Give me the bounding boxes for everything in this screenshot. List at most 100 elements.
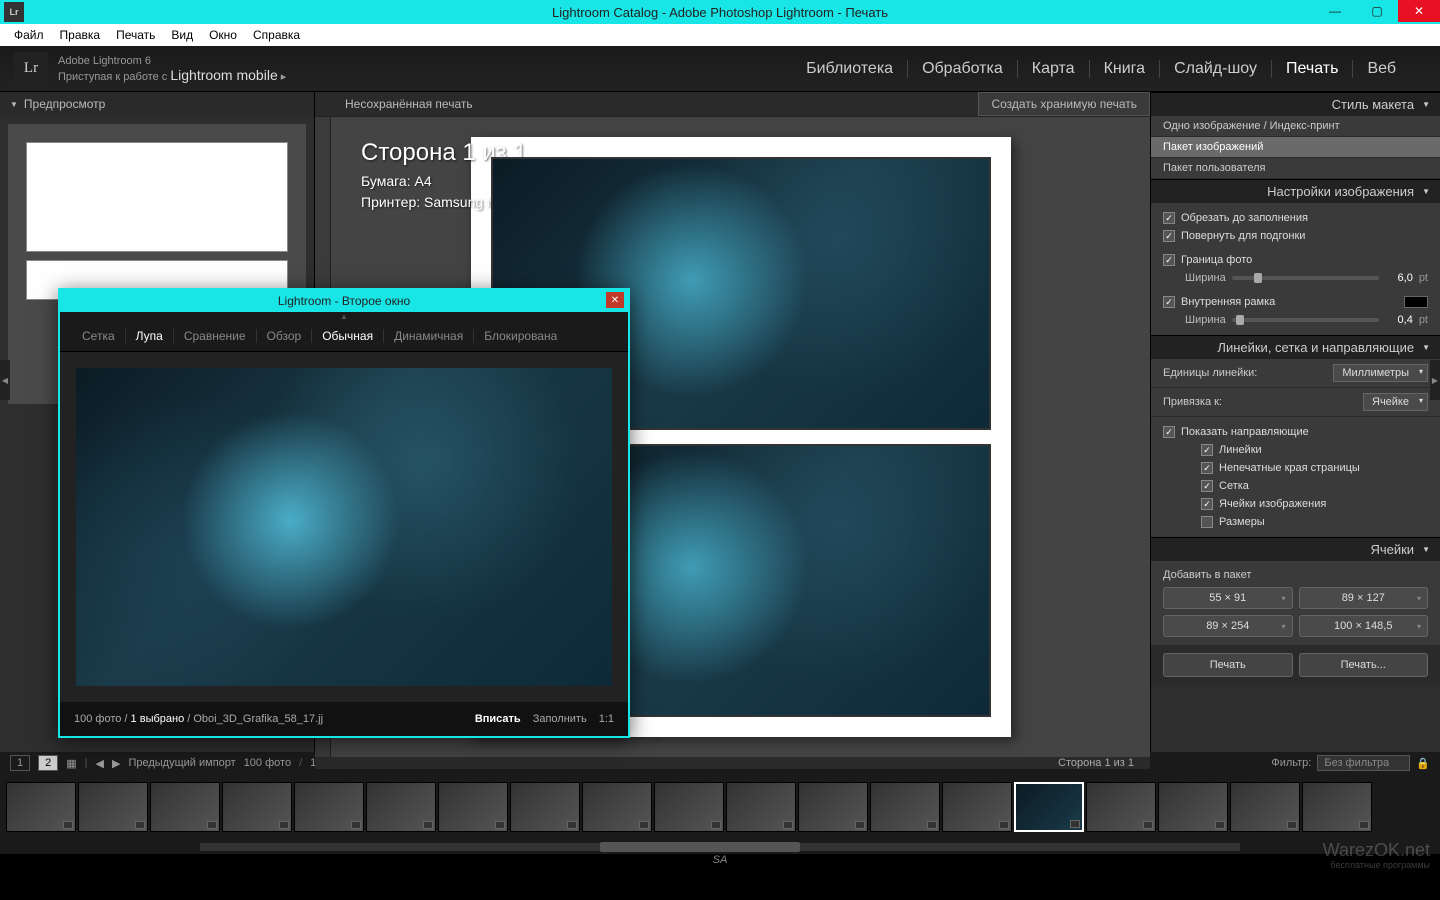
tab-live[interactable]: Динамичная xyxy=(384,329,474,343)
preview-label: Предпросмотр xyxy=(24,97,105,111)
layout-option-custom[interactable]: Пакет пользователя xyxy=(1151,158,1440,179)
second-window-titlebar[interactable]: Lightroom - Второе окно ✕ xyxy=(60,290,628,312)
snap-to-dropdown[interactable]: Ячейке xyxy=(1363,393,1428,411)
crop-to-fill-checkbox[interactable]: Обрезать до заполнения xyxy=(1163,209,1428,227)
print-dialog-button[interactable]: Печать... xyxy=(1299,653,1429,677)
nav-prev-icon[interactable]: ◀ xyxy=(96,757,104,770)
create-saved-print-button[interactable]: Создать хранимую печать xyxy=(978,92,1150,116)
thumbnail[interactable] xyxy=(294,782,364,832)
thumbnail[interactable] xyxy=(1158,782,1228,832)
thumbnail[interactable] xyxy=(798,782,868,832)
center-topbar: Несохранённая печать Создать хранимую пе… xyxy=(315,92,1150,116)
zoom-1to1-button[interactable]: 1:1 xyxy=(599,713,614,725)
preview-panel-header[interactable]: ▼Предпросмотр xyxy=(0,92,314,116)
thumbnail[interactable] xyxy=(1230,782,1300,832)
zoom-fit-button[interactable]: Вписать xyxy=(475,713,521,725)
thumbnail[interactable] xyxy=(366,782,436,832)
rotate-to-fit-checkbox[interactable]: Повернуть для подгонки xyxy=(1163,227,1428,245)
menu-help[interactable]: Справка xyxy=(245,25,308,45)
close-button[interactable]: ✕ xyxy=(1398,0,1440,22)
cell-size-89x127[interactable]: 89 × 127 xyxy=(1299,587,1429,609)
identity-line2[interactable]: Приступая к работе с Lightroom mobile ▸ xyxy=(58,67,286,83)
menu-view[interactable]: Вид xyxy=(163,25,201,45)
module-web[interactable]: Веб xyxy=(1352,60,1410,78)
module-library[interactable]: Библиотека xyxy=(792,60,907,78)
module-picker: Библиотека Обработка Карта Книга Слайд-ш… xyxy=(792,60,1440,78)
collapse-icon[interactable]: ▲ xyxy=(60,312,628,320)
guides-rulers-checkbox[interactable]: Линейки xyxy=(1163,441,1428,459)
tab-compare[interactable]: Сравнение xyxy=(174,329,257,343)
layout-option-single[interactable]: Одно изображение / Индекс-принт xyxy=(1151,116,1440,137)
nav-next-icon[interactable]: ▶ xyxy=(112,757,120,770)
thumbnail[interactable] xyxy=(222,782,292,832)
image-settings-header[interactable]: Настройки изображения▼ xyxy=(1151,179,1440,203)
window-1-button[interactable]: 1 xyxy=(10,755,30,771)
filmstrip-scrollbar[interactable] xyxy=(0,840,1440,854)
tab-loupe[interactable]: Лупа xyxy=(126,329,174,343)
module-map[interactable]: Карта xyxy=(1017,60,1089,78)
thumbnail[interactable] xyxy=(1302,782,1372,832)
thumbnail[interactable] xyxy=(582,782,652,832)
cells-header[interactable]: Ячейки▼ xyxy=(1151,537,1440,561)
second-window-close-button[interactable]: ✕ xyxy=(606,292,624,308)
cell-size-55x91[interactable]: 55 × 91 xyxy=(1163,587,1293,609)
thumbnail[interactable] xyxy=(870,782,940,832)
thumbnail[interactable] xyxy=(654,782,724,832)
menu-window[interactable]: Окно xyxy=(201,25,245,45)
right-panel-toggle[interactable]: ▶ xyxy=(1430,360,1440,400)
thumbnail[interactable] xyxy=(942,782,1012,832)
rulers-grid-header[interactable]: Линейки, сетка и направляющие▼ xyxy=(1151,335,1440,359)
filter-lock-icon[interactable]: 🔒 xyxy=(1416,757,1430,770)
left-panel-toggle[interactable]: ◀ xyxy=(0,360,10,400)
inner-frame-color-swatch[interactable] xyxy=(1404,296,1428,308)
ruler-units-dropdown[interactable]: Миллиметры xyxy=(1333,364,1428,382)
thumbnail[interactable] xyxy=(78,782,148,832)
grid-icon[interactable]: ▦ xyxy=(66,757,76,770)
cell-size-100x148[interactable]: 100 × 148,5 xyxy=(1299,615,1429,637)
guides-cells-checkbox[interactable]: Ячейки изображения xyxy=(1163,495,1428,513)
guides-dimensions-checkbox[interactable]: Размеры xyxy=(1163,513,1428,531)
guides-bleed-checkbox[interactable]: Непечатные края страницы xyxy=(1163,459,1428,477)
show-guides-checkbox[interactable]: Показать направляющие xyxy=(1163,423,1428,441)
center-statusbar: Сторона 1 из 1 xyxy=(315,757,1150,769)
thumbnail[interactable] xyxy=(150,782,220,832)
print-button[interactable]: Печать xyxy=(1163,653,1293,677)
source-label[interactable]: Предыдущий импорт xyxy=(128,757,235,769)
module-book[interactable]: Книга xyxy=(1089,60,1159,78)
menu-edit[interactable]: Правка xyxy=(52,25,109,45)
tab-grid[interactable]: Сетка xyxy=(72,329,126,343)
photo-border-checkbox[interactable]: Граница фото xyxy=(1163,251,1428,269)
inner-frame-checkbox[interactable]: Внутренняя рамка xyxy=(1163,293,1428,311)
menu-print[interactable]: Печать xyxy=(108,25,163,45)
tab-normal[interactable]: Обычная xyxy=(312,329,384,343)
module-slideshow[interactable]: Слайд-шоу xyxy=(1159,60,1271,78)
thumbnail[interactable] xyxy=(726,782,796,832)
filter-dropdown[interactable]: Без фильтра xyxy=(1317,755,1410,771)
module-print[interactable]: Печать xyxy=(1271,60,1352,78)
layout-style-header[interactable]: Стиль макета▼ xyxy=(1151,92,1440,116)
thumbnail[interactable] xyxy=(1086,782,1156,832)
tab-survey[interactable]: Обзор xyxy=(257,329,313,343)
loupe-image[interactable] xyxy=(76,368,612,686)
module-develop[interactable]: Обработка xyxy=(907,60,1017,78)
maximize-button[interactable]: ▢ xyxy=(1356,0,1398,22)
layout-option-package[interactable]: Пакет изображений xyxy=(1151,137,1440,158)
thumbnail[interactable] xyxy=(510,782,580,832)
thumbnail-selected[interactable] xyxy=(1014,782,1084,832)
inner-width-slider[interactable]: Ширина 0,4 pt xyxy=(1163,311,1428,329)
guides-grid-checkbox[interactable]: Сетка xyxy=(1163,477,1428,495)
triangle-down-icon: ▼ xyxy=(1422,187,1430,196)
page-thumb-1[interactable] xyxy=(26,142,288,252)
footer-sa: SA xyxy=(0,854,1440,870)
zoom-fill-button[interactable]: Заполнить xyxy=(533,713,587,725)
menu-file[interactable]: Файл xyxy=(6,25,52,45)
window-2-button[interactable]: 2 xyxy=(38,755,58,771)
thumbnail[interactable] xyxy=(6,782,76,832)
filmstrip[interactable] xyxy=(0,774,1440,840)
minimize-button[interactable]: — xyxy=(1314,0,1356,22)
border-width-slider[interactable]: Ширина 6,0 pt xyxy=(1163,269,1428,287)
thumbnail[interactable] xyxy=(438,782,508,832)
cell-size-89x254[interactable]: 89 × 254 xyxy=(1163,615,1293,637)
second-window: Lightroom - Второе окно ✕ ▲ Сетка Лупа С… xyxy=(58,288,630,738)
tab-locked[interactable]: Блокирована xyxy=(474,329,567,343)
